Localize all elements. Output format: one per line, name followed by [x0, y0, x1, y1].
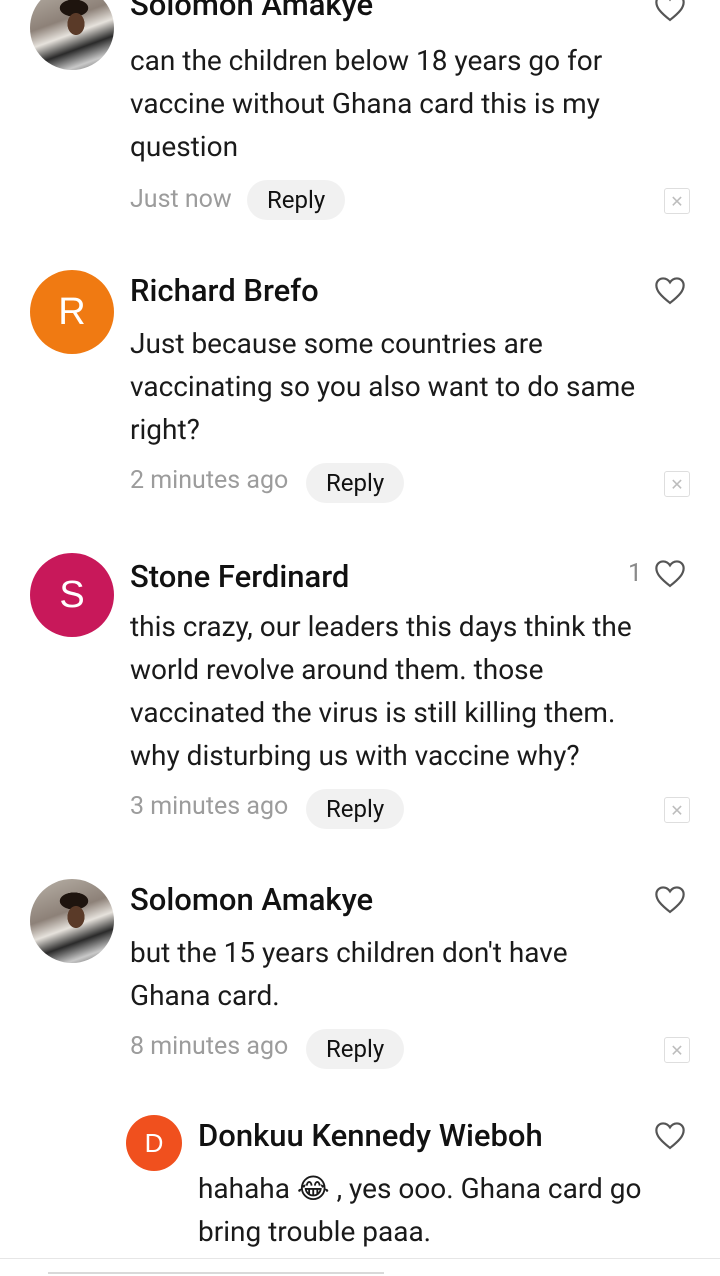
- heart-outline-icon[interactable]: [653, 1120, 687, 1150]
- avatar[interactable]: R: [30, 270, 114, 354]
- reply-button[interactable]: Reply: [306, 1029, 405, 1069]
- comment-timestamp: 2 minutes ago: [130, 466, 289, 495]
- comment-text: hahaha 😂 , yes ooo. Ghana card go bring …: [198, 1172, 642, 1248]
- comment-timestamp: Just now: [130, 185, 232, 214]
- comment-text: but the 15 years children don't have Gha…: [130, 936, 568, 1012]
- heart-outline-icon[interactable]: [653, 558, 687, 588]
- scroll-indicator: [48, 1272, 384, 1274]
- comment-text: Just because some countries are vaccinat…: [130, 327, 636, 446]
- comment-text: this crazy, our leaders this days think …: [130, 610, 632, 772]
- comment-author[interactable]: Stone Ferdinard: [130, 558, 349, 595]
- avatar[interactable]: [30, 879, 114, 963]
- divider: [0, 1258, 720, 1259]
- comment-author[interactable]: Solomon Amakye: [130, 0, 373, 23]
- avatar[interactable]: D: [126, 1115, 182, 1171]
- close-icon[interactable]: ✕: [664, 1037, 690, 1063]
- reply-button[interactable]: Reply: [247, 180, 346, 220]
- comment-author[interactable]: Solomon Amakye: [130, 881, 373, 918]
- avatar-letter: R: [58, 290, 86, 333]
- avatar-letter: S: [59, 573, 85, 616]
- close-icon[interactable]: ✕: [664, 797, 690, 823]
- like-count: 1: [628, 559, 643, 588]
- avatar[interactable]: [30, 0, 114, 70]
- avatar[interactable]: S: [30, 553, 114, 637]
- comment-author[interactable]: Richard Brefo: [130, 272, 319, 309]
- heart-outline-icon[interactable]: [653, 884, 687, 914]
- comment-author[interactable]: Donkuu Kennedy Wieboh: [198, 1117, 543, 1154]
- close-icon[interactable]: ✕: [664, 471, 690, 497]
- reply-button[interactable]: Reply: [306, 463, 405, 503]
- comment-timestamp: 3 minutes ago: [130, 792, 289, 821]
- comment-text: can the children below 18 years go for v…: [130, 44, 603, 163]
- comment-timestamp: 8 minutes ago: [130, 1032, 289, 1061]
- heart-outline-icon[interactable]: [653, 275, 687, 305]
- heart-outline-icon[interactable]: [653, 0, 687, 22]
- close-icon[interactable]: ✕: [664, 188, 690, 214]
- reply-button[interactable]: Reply: [306, 789, 405, 829]
- avatar-letter: D: [144, 1127, 164, 1158]
